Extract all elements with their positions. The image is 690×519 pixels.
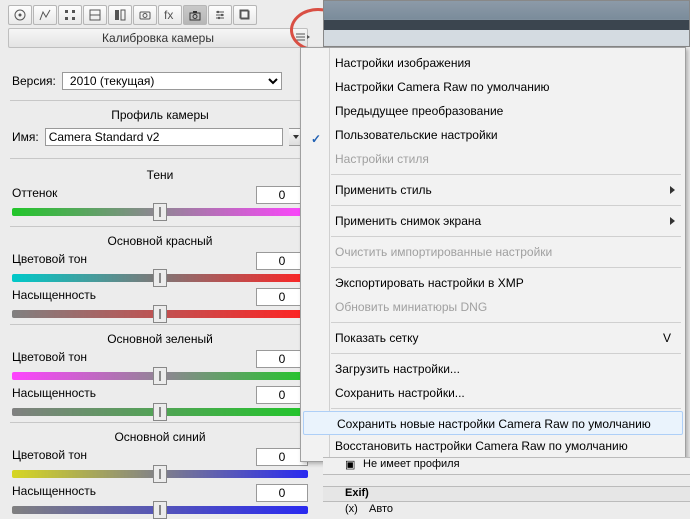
red-sat-thumb[interactable] <box>153 305 167 323</box>
blue-group-title: Основной синий <box>12 430 308 444</box>
green-sat-label: Насыщенность <box>12 386 96 400</box>
tab-fx-icon[interactable]: fx <box>158 5 182 25</box>
menu-separator <box>331 174 681 175</box>
menu-load-settings[interactable]: Загрузить настройки... <box>301 357 685 381</box>
red-sat-label: Насыщенность <box>12 288 96 302</box>
blue-sat-thumb[interactable] <box>153 501 167 519</box>
tab-detail-icon[interactable] <box>58 5 82 25</box>
tab-snapshots-icon[interactable] <box>233 5 257 25</box>
menu-separator <box>331 205 681 206</box>
profile-name-label: Имя: <box>12 130 39 144</box>
green-hue-thumb[interactable] <box>153 367 167 385</box>
tab-lens-icon[interactable] <box>133 5 157 25</box>
tab-split-icon[interactable] <box>108 5 132 25</box>
menu-user-settings[interactable]: ✓Пользовательские настройки <box>301 123 685 147</box>
version-select[interactable]: 2010 (текущая) <box>62 72 282 90</box>
below-profile-row: ▣ Не имеет профиля <box>323 457 690 475</box>
menu-save-settings[interactable]: Сохранить настройки... <box>301 381 685 405</box>
tab-tone-icon[interactable] <box>33 5 57 25</box>
red-sat-row: Насыщенность 0 <box>12 288 308 302</box>
blue-sat-value[interactable]: 0 <box>256 484 308 502</box>
menu-image-settings[interactable]: Настройки изображения <box>301 51 685 75</box>
menu-clear-imported: Очистить импортированные настройки <box>301 240 685 264</box>
submenu-arrow-icon <box>670 186 675 194</box>
green-hue-row: Цветовой тон 0 <box>12 350 308 364</box>
panel-menu-icon[interactable] <box>293 30 313 44</box>
blue-hue-row: Цветовой тон 0 <box>12 448 308 462</box>
profile-name-input[interactable] <box>45 128 283 146</box>
blue-hue-label: Цветовой тон <box>12 448 87 462</box>
menu-separator <box>331 353 681 354</box>
menu-show-grid[interactable]: Показать сеткуV <box>301 326 685 350</box>
image-preview <box>323 0 690 47</box>
green-sat-thumb[interactable] <box>153 403 167 421</box>
tab-presets-icon[interactable] <box>208 5 232 25</box>
profile-name-row: Имя: <box>12 128 305 146</box>
shortcut-key: V <box>663 326 671 350</box>
green-hue-label: Цветовой тон <box>12 350 87 364</box>
menu-apply-style[interactable]: Применить стиль <box>301 178 685 202</box>
svg-text:fx: fx <box>164 8 173 22</box>
tab-basic-icon[interactable] <box>8 5 32 25</box>
menu-separator <box>331 267 681 268</box>
green-group-title: Основной зеленый <box>12 332 308 346</box>
menu-update-dng: Обновить миниатюры DNG <box>301 295 685 319</box>
profile-group-title: Профиль камеры <box>12 108 308 122</box>
version-row: Версия: 2010 (текущая) <box>12 72 282 90</box>
red-hue-label: Цветовой тон <box>12 252 87 266</box>
panel-context-menu: Настройки изображения Настройки Camera R… <box>300 47 686 462</box>
red-hue-thumb[interactable] <box>153 269 167 287</box>
menu-separator <box>331 236 681 237</box>
menu-style-settings: Настройки стиля <box>301 147 685 171</box>
blue-sat-row: Насыщенность 0 <box>12 484 308 498</box>
menu-cr-defaults[interactable]: Настройки Camera Raw по умолчанию <box>301 75 685 99</box>
menu-separator <box>331 322 681 323</box>
submenu-arrow-icon <box>670 217 675 225</box>
tab-camera-icon[interactable] <box>183 5 207 25</box>
tint-slider-row: Оттенок 0 <box>12 186 308 200</box>
tab-hsl-icon[interactable] <box>83 5 107 25</box>
red-hue-row: Цветовой тон 0 <box>12 252 308 266</box>
tint-label: Оттенок <box>12 186 57 200</box>
green-sat-row: Насыщенность 0 <box>12 386 308 400</box>
check-icon: ✓ <box>311 127 325 141</box>
menu-restore-defaults[interactable]: Восстановить настройки Camera Raw по умо… <box>301 434 685 458</box>
red-group-title: Основной красный <box>12 234 308 248</box>
below-flash-row: (x) Авто <box>323 503 690 517</box>
blue-sat-label: Насыщенность <box>12 484 96 498</box>
shadows-group-title: Тени <box>12 168 308 182</box>
menu-save-new-defaults[interactable]: Сохранить новые настройки Camera Raw по … <box>303 411 683 435</box>
version-label: Версия: <box>12 74 56 88</box>
menu-apply-snapshot[interactable]: Применить снимок экрана <box>301 209 685 233</box>
blue-hue-thumb[interactable] <box>153 465 167 483</box>
menu-separator <box>331 408 681 409</box>
tab-toolbar: fx <box>8 5 258 25</box>
below-exif-header[interactable]: Exif) <box>323 486 690 502</box>
tint-thumb[interactable] <box>153 203 167 221</box>
menu-prev-transform[interactable]: Предыдущее преобразование <box>301 99 685 123</box>
panel-title: Калибровка камеры <box>8 28 308 48</box>
menu-export-xmp[interactable]: Экспортировать настройки в XMP <box>301 271 685 295</box>
